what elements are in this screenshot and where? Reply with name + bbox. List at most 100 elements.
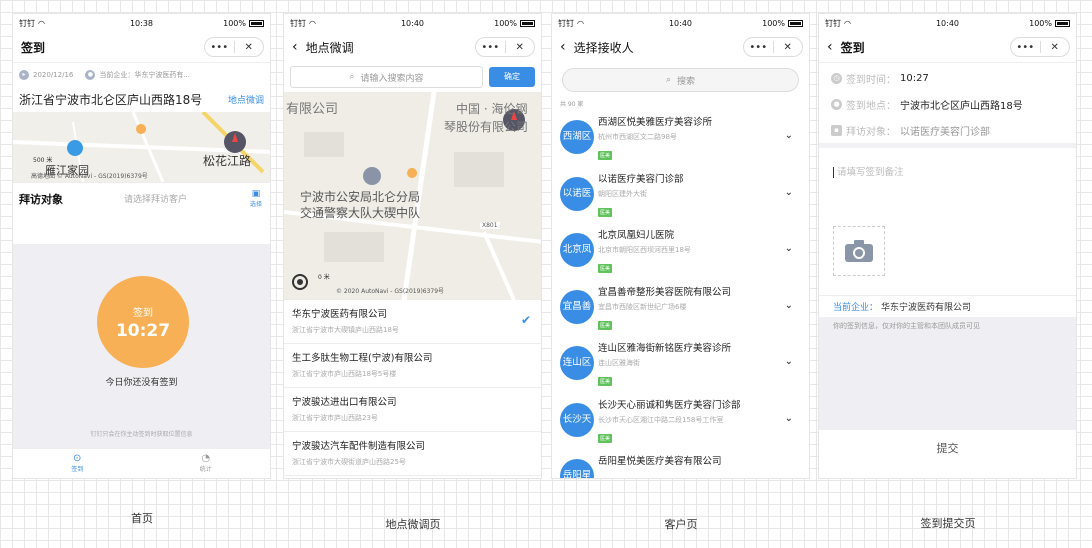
- customer-address: 宜昌市西陵区新世纪广场6楼: [598, 302, 687, 311]
- caption-home: 首页: [131, 512, 153, 525]
- customer-address: 杭州市西湖区文二路98号: [598, 133, 677, 141]
- battery-text: 100%: [223, 18, 246, 28]
- visit-target-label: 拜访对象: [19, 192, 63, 206]
- mini-capsule: ••• ✕: [475, 37, 535, 57]
- more-button[interactable]: •••: [476, 42, 505, 53]
- checkin-info: ◷ 签到时间： 10:27 ● 签到地点： 宁波市北仑区庐山西路18号 ▪ 拜访对象： 以诺…: [819, 62, 1076, 143]
- customer-tag: 医美: [598, 377, 613, 386]
- chevron-down-icon[interactable]: ⌄: [785, 243, 793, 254]
- list-item[interactable]: 宁波骏达汽车配件制造有限公司 浙江省宁波市大碶街道庐山西路25号: [284, 432, 541, 476]
- visit-target-placeholder[interactable]: 请选择拜访客户: [124, 192, 248, 205]
- customer-address: 北京市朝阳区西坝河西里18号: [598, 246, 691, 254]
- location-icon: ●: [831, 98, 842, 110]
- page-title: 地点微调: [305, 40, 354, 55]
- company-address: 浙江省宁波市庐山西路23号: [292, 414, 378, 422]
- carrier: 钉钉: [825, 18, 841, 28]
- battery-text: 100%: [494, 18, 517, 28]
- place-value: 宁波市北仑区庐山西路18号: [900, 100, 1023, 112]
- map-road-number: X801: [480, 222, 500, 229]
- list-item[interactable]: 西湖区 西湖区悦美雅医疗美容诊所 杭州市西湖区文二路98号 医美 ⌄: [552, 108, 809, 165]
- list-item[interactable]: 宜昌善 宜昌善帝整形美容医院有限公司 宜昌市西陵区新世纪广场6楼 医美 ⌄: [552, 278, 809, 335]
- visibility-note: 你的签到信息，仅对你的主管和本团队成员可见: [819, 317, 1076, 429]
- remark-input[interactable]: 请填写签到备注: [833, 167, 904, 178]
- sign-in-button[interactable]: 签到 10:27: [97, 276, 189, 368]
- map-scale: 0 米: [318, 274, 330, 281]
- place-row: ● 签到地点： 宁波市北仑区庐山西路18号: [819, 91, 1076, 117]
- chevron-down-icon[interactable]: ⌄: [785, 300, 793, 311]
- company-address: 浙江省宁波市庐山西路18号5号楼: [292, 370, 397, 378]
- date-text: 2020/12/16: [33, 70, 74, 79]
- search-input[interactable]: ⌕ 搜索: [562, 68, 799, 92]
- carrier: 钉钉: [19, 18, 35, 28]
- map-copyright: © 2020 AutoNavi - GS(2019)6379号: [336, 288, 445, 295]
- customer-address: 朝阳区建外大街: [598, 189, 647, 198]
- battery-icon: [520, 19, 535, 27]
- search-input[interactable]: ⌕ 请输入搜索内容: [290, 66, 483, 88]
- location-icon: ⊙: [73, 453, 82, 464]
- stats-icon: ◔: [201, 453, 211, 464]
- map-copyright: 高德地图 © AutoNavi - GS(2019)6379号: [31, 173, 148, 180]
- nav-bar: 签到 ••• ✕: [13, 32, 270, 62]
- phone-home: 钉钉 ◠ 10:38 100% 签到 ••• ✕ ▸ 2020/12/16 ● 当…: [12, 13, 271, 479]
- map-label: 有限公司: [286, 102, 339, 117]
- tab-stats[interactable]: ◔ 统计: [142, 449, 271, 478]
- list-item[interactable]: 北京凤 北京凤凰妇儿医院 北京市朝阳区西坝河西里18号 医美 ⌄: [552, 221, 809, 278]
- map-block: [454, 152, 504, 187]
- map-block: [304, 132, 344, 157]
- chevron-down-icon[interactable]: ⌄: [785, 187, 793, 198]
- time-label: 签到时间：: [846, 74, 896, 86]
- close-button[interactable]: ✕: [1041, 42, 1070, 53]
- submit-button[interactable]: 提交: [819, 429, 1076, 467]
- phone-customers: 钉钉 ◠ 10:40 100% ‹ 选择接收人 ••• ✕ ⌕ 搜索 共 90 家 …: [551, 13, 810, 479]
- battery-text: 100%: [762, 18, 785, 28]
- add-photo-button[interactable]: [833, 226, 885, 276]
- chevron-down-icon[interactable]: ⌄: [785, 413, 793, 424]
- location-note: 钉钉只会在你主动签到时获取位置信息: [90, 431, 193, 438]
- tab-checkin[interactable]: ⊙ 签到: [13, 449, 142, 478]
- more-button[interactable]: •••: [1011, 42, 1040, 53]
- back-icon[interactable]: ‹: [292, 39, 298, 55]
- list-item[interactable]: 长沙天 长沙天心丽诚和隽医疗美容门诊部 长沙市天心区湘江中路二段158号工作室 医美…: [552, 391, 809, 448]
- chevron-down-icon[interactable]: ⌄: [785, 356, 793, 367]
- contact-icon: ▪: [831, 124, 842, 136]
- battery-icon: [249, 19, 264, 27]
- close-button[interactable]: ✕: [506, 42, 535, 53]
- back-icon[interactable]: ‹: [560, 39, 566, 55]
- clock-icon: ◷: [831, 72, 842, 84]
- list-item[interactable]: 宁波骏达进出口有限公司 浙江省宁波市庐山西路23号: [284, 388, 541, 432]
- list-item[interactable]: 以诺医 以诺医疗美容门诊部 朝阳区建外大街 医美 ⌄: [552, 165, 809, 222]
- wifi-icon: ◠: [309, 18, 316, 28]
- chevron-down-icon[interactable]: ⌄: [785, 130, 793, 141]
- sign-time: 10:27: [115, 321, 171, 341]
- close-button[interactable]: ✕: [235, 42, 264, 53]
- list-item[interactable]: 生工多肽生物工程(宁波)有限公司 浙江省宁波市庐山西路18号5号楼: [284, 344, 541, 388]
- map-view[interactable]: 有限公司 中国 · 海伦钢 琴股份有限公司 宁波市公安局北仑分局 交通警察大队大…: [284, 92, 541, 300]
- caption-submit: 签到提交页: [920, 517, 976, 530]
- avatar: 连山区: [560, 346, 594, 380]
- close-button[interactable]: ✕: [774, 42, 803, 53]
- map-view[interactable]: 松花江路 雁江家园 500 米 高德地图 © AutoNavi - GS(201…: [13, 112, 270, 182]
- customer-tag: 医美: [598, 320, 613, 330]
- list-item[interactable]: 连山区 连山区雅海街新铭医疗美容诊所 连山区雅海街 医美 ⌄: [552, 334, 809, 391]
- select-customer-button[interactable]: ▣ 选择: [248, 189, 264, 208]
- company-name: 生工多肽生物工程(宁波)有限公司: [292, 353, 433, 364]
- confirm-button[interactable]: 确定: [489, 67, 535, 87]
- more-button[interactable]: •••: [205, 42, 234, 53]
- map-block: [324, 232, 384, 262]
- back-icon[interactable]: ‹: [827, 39, 833, 55]
- adjust-location-link[interactable]: 地点微调: [228, 93, 264, 106]
- customer-list: 西湖区 西湖区悦美雅医疗美容诊所 杭州市西湖区文二路98号 医美 ⌄ 以诺医 以诺医…: [552, 108, 809, 478]
- more-button[interactable]: •••: [744, 42, 773, 53]
- avatar: 以诺医: [560, 176, 594, 211]
- time-value: 10:27: [900, 72, 929, 84]
- list-item[interactable]: 华东宁波医药有限公司 浙江省宁波市大碶镇庐山西路18号 ✔: [284, 300, 541, 344]
- mini-capsule: ••• ✕: [1010, 37, 1070, 57]
- visit-target-row[interactable]: 拜访对象 请选择拜访客户 ▣ 选择: [13, 182, 270, 214]
- nav-bar: ‹ 地点微调 ••• ✕: [284, 32, 541, 62]
- remark-area[interactable]: 请填写签到备注: [819, 143, 1076, 295]
- company-address: 浙江省宁波市大碶街道庐山西路25号: [292, 458, 406, 466]
- carrier: 钉钉: [290, 18, 306, 28]
- customer-name: 西湖区悦美雅医疗美容诊所: [598, 117, 713, 128]
- list-item[interactable]: 岳阳星 岳阳星悦美医疗美容有限公司: [552, 447, 809, 478]
- customer-address: 长沙市天心区湘江中路二段158号工作室: [598, 415, 724, 424]
